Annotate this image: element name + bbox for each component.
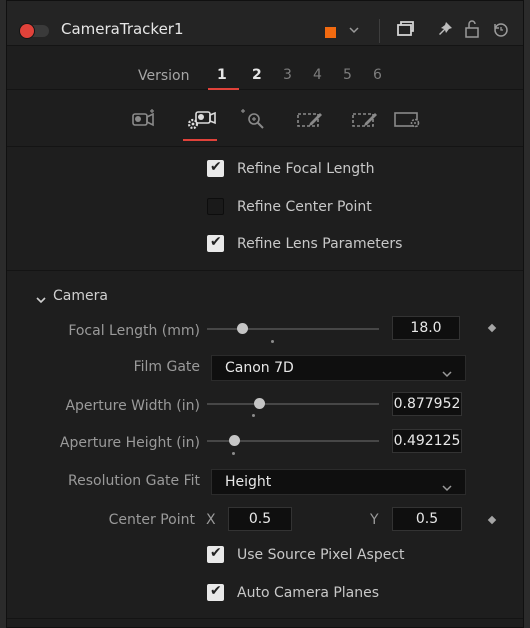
version-3-button[interactable]: 3 xyxy=(283,67,292,83)
focal-length-slider-handle[interactable] xyxy=(237,323,248,334)
refine-lens-parameters-label: Refine Lens Parameters xyxy=(237,236,403,252)
default-value-marker xyxy=(252,414,255,417)
chevron-down-icon xyxy=(441,364,453,383)
aperture-width-label: Aperture Width (in) xyxy=(65,398,200,414)
options-tab-1-icon[interactable] xyxy=(296,108,324,134)
node-enable-indicator[interactable] xyxy=(20,24,34,38)
export-tab-icon[interactable] xyxy=(239,108,267,134)
version-2-button[interactable]: 2 xyxy=(252,67,262,83)
refine-focal-length-label: Refine Focal Length xyxy=(237,161,375,177)
film-gate-dropdown[interactable]: Canon 7D xyxy=(211,355,466,381)
node-title: CameraTracker1 xyxy=(61,20,184,38)
resolution-gate-fit-label: Resolution Gate Fit xyxy=(68,473,200,489)
options-tab-2-icon[interactable] xyxy=(351,108,379,134)
resolution-gate-fit-dropdown[interactable]: Height xyxy=(211,469,466,495)
matte-tab-icon[interactable] xyxy=(393,108,423,134)
checkbox-checked[interactable]: ✔ xyxy=(207,159,224,177)
resolution-gate-fit-value: Height xyxy=(225,474,272,490)
checkbox-checked[interactable]: ✔ xyxy=(207,545,224,563)
version-6-button[interactable]: 6 xyxy=(373,67,382,83)
header-divider xyxy=(379,19,380,43)
aperture-width-slider[interactable] xyxy=(207,403,379,405)
aperture-height-slider-handle[interactable] xyxy=(229,435,240,446)
pin-icon[interactable] xyxy=(435,19,455,43)
chevron-down-icon[interactable] xyxy=(35,290,47,309)
focal-length-input[interactable]: 18.0 xyxy=(392,316,460,340)
checkbox-unchecked[interactable] xyxy=(207,198,224,215)
version-bar: Version 1 2 3 4 5 6 xyxy=(7,55,523,90)
version-5-button[interactable]: 5 xyxy=(343,67,352,83)
use-source-pixel-aspect-label: Use Source Pixel Aspect xyxy=(237,547,405,563)
center-point-x-input[interactable]: 0.5 xyxy=(228,507,292,531)
lock-icon[interactable] xyxy=(463,19,481,43)
node-header[interactable]: CameraTracker1 xyxy=(7,1,523,46)
chevron-down-icon xyxy=(441,478,453,497)
node-color-chip[interactable] xyxy=(325,27,336,38)
focal-length-label: Focal Length (mm) xyxy=(68,323,200,339)
aperture-height-input[interactable]: 0.492125 xyxy=(392,429,462,453)
auto-camera-planes-label: Auto Camera Planes xyxy=(237,585,380,601)
version-1-button[interactable]: 1 xyxy=(217,67,227,83)
film-gate-label: Film Gate xyxy=(133,359,200,375)
checkbox-checked[interactable]: ✔ xyxy=(207,234,224,252)
inspector-panel: CameraTracker1 Version 1 2 3 4 5 6 ✔ Ref… xyxy=(6,0,524,628)
center-point-label: Center Point xyxy=(108,512,195,528)
default-value-marker xyxy=(271,340,274,343)
chevron-down-icon[interactable] xyxy=(348,25,360,38)
refine-center-point-label: Refine Center Point xyxy=(237,199,372,215)
aperture-width-slider-handle[interactable] xyxy=(254,398,265,409)
view-icon[interactable] xyxy=(395,19,415,43)
reset-icon[interactable] xyxy=(491,19,511,43)
section-divider xyxy=(7,618,523,619)
active-tab-indicator xyxy=(183,139,217,141)
aperture-width-input[interactable]: 0.877952 xyxy=(392,392,462,416)
center-point-x-label: X xyxy=(206,512,216,528)
center-point-y-input[interactable]: 0.5 xyxy=(392,507,462,531)
section-divider xyxy=(7,270,523,271)
film-gate-value: Canon 7D xyxy=(225,360,294,376)
focal-length-slider[interactable] xyxy=(207,328,379,330)
keyframe-diamond-icon[interactable] xyxy=(487,323,497,333)
camera-section-header[interactable]: Camera xyxy=(53,288,108,304)
center-point-y-label: Y xyxy=(370,512,379,528)
solve-tab-icon[interactable] xyxy=(185,108,217,136)
track-tab-icon[interactable] xyxy=(130,108,158,134)
version-4-button[interactable]: 4 xyxy=(313,67,322,83)
aperture-height-label: Aperture Height (in) xyxy=(59,435,200,451)
checkbox-checked[interactable]: ✔ xyxy=(207,583,224,601)
keyframe-diamond-icon[interactable] xyxy=(487,515,497,525)
default-value-marker xyxy=(232,452,235,455)
inspector-tabs xyxy=(7,90,523,147)
version-label: Version xyxy=(138,68,190,84)
